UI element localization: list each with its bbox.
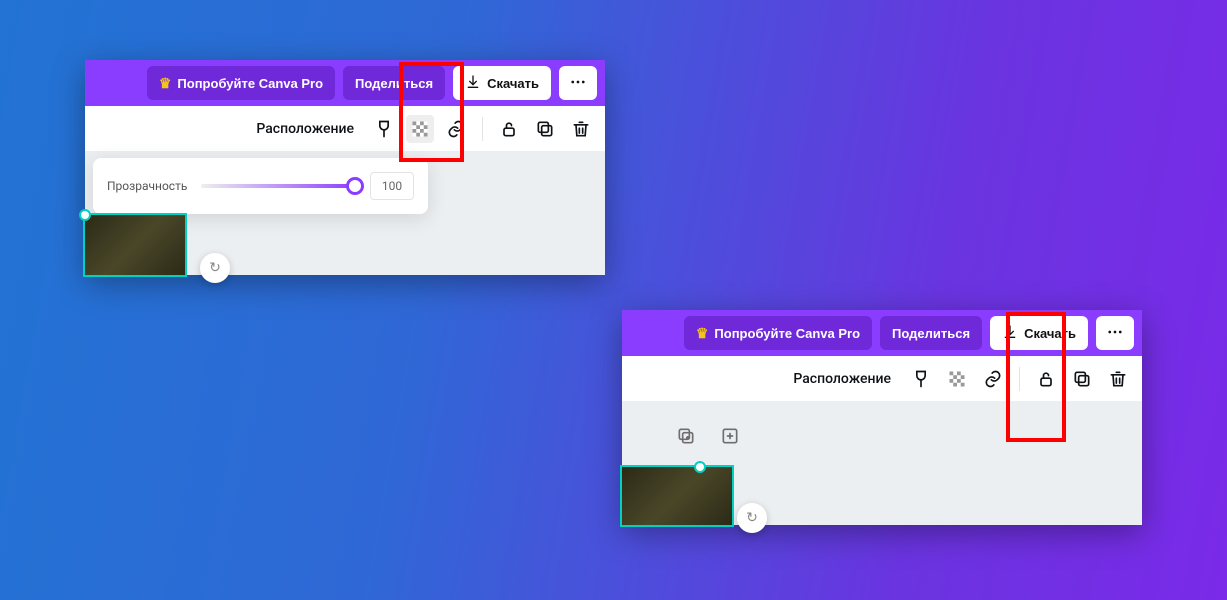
more-button[interactable] — [1096, 316, 1134, 350]
share-button[interactable]: Поделиться — [880, 316, 982, 350]
link-icon[interactable] — [442, 115, 470, 143]
crown-icon: ♛ — [159, 75, 172, 92]
share-label: Поделиться — [355, 76, 433, 91]
selection-handle[interactable] — [79, 209, 91, 221]
lock-icon[interactable] — [495, 115, 523, 143]
toolbar-divider — [1019, 367, 1020, 391]
dots-icon — [1106, 323, 1124, 344]
context-toolbar: Расположение — [622, 356, 1142, 402]
selected-element-frame[interactable] — [85, 215, 185, 275]
transparency-icon[interactable] — [943, 365, 971, 393]
transparency-popover: Прозрачность 100 — [93, 158, 428, 214]
download-button[interactable]: Скачать — [990, 316, 1088, 350]
style-icon[interactable] — [370, 115, 398, 143]
lock-icon[interactable] — [1032, 365, 1060, 393]
style-icon[interactable] — [907, 365, 935, 393]
mini-toolbar — [672, 422, 744, 450]
canvas-area[interactable]: Прозрачность 100 ↻ — [85, 152, 605, 275]
rotate-handle[interactable]: ↻ — [737, 503, 767, 533]
canva-panel-lock: ♛ Попробуйте Canva Pro Поделиться Скачат… — [622, 310, 1142, 525]
transparency-value: 100 — [382, 179, 402, 193]
rotate-handle[interactable]: ↻ — [200, 253, 230, 283]
try-pro-button[interactable]: ♛ Попробуйте Canva Pro — [147, 66, 335, 100]
link-icon[interactable] — [979, 365, 1007, 393]
try-pro-label: Попробуйте Canva Pro — [177, 76, 323, 91]
header-bar: ♛ Попробуйте Canva Pro Поделиться Скачат… — [85, 60, 605, 106]
duplicate-icon[interactable] — [1068, 365, 1096, 393]
try-pro-button[interactable]: ♛ Попробуйте Canva Pro — [684, 316, 872, 350]
header-bar: ♛ Попробуйте Canva Pro Поделиться Скачат… — [622, 310, 1142, 356]
position-label[interactable]: Расположение — [256, 121, 354, 137]
canvas-area[interactable]: ↻ — [622, 402, 1142, 525]
download-icon — [465, 74, 481, 93]
canva-panel-transparency: ♛ Попробуйте Canva Pro Поделиться Скачат… — [85, 60, 605, 275]
transparency-label: Прозрачность — [107, 179, 187, 193]
toolbar-divider — [482, 117, 483, 141]
duplicate-page-icon[interactable] — [672, 422, 700, 450]
selected-element-frame[interactable] — [622, 467, 732, 525]
try-pro-label: Попробуйте Canva Pro — [714, 326, 860, 341]
dots-icon — [569, 73, 587, 94]
delete-icon[interactable] — [567, 115, 595, 143]
delete-icon[interactable] — [1104, 365, 1132, 393]
download-button[interactable]: Скачать — [453, 66, 551, 100]
selection-handle[interactable] — [694, 461, 706, 473]
download-icon — [1002, 324, 1018, 343]
position-label[interactable]: Расположение — [793, 371, 891, 387]
context-toolbar: Расположение — [85, 106, 605, 152]
transparency-slider[interactable] — [201, 184, 356, 188]
slider-thumb[interactable] — [346, 177, 364, 195]
share-button[interactable]: Поделиться — [343, 66, 445, 100]
duplicate-icon[interactable] — [531, 115, 559, 143]
crown-icon: ♛ — [696, 325, 709, 342]
share-label: Поделиться — [892, 326, 970, 341]
download-label: Скачать — [1024, 326, 1076, 341]
add-page-icon[interactable] — [716, 422, 744, 450]
transparency-value-field[interactable]: 100 — [370, 172, 414, 200]
transparency-icon[interactable] — [406, 115, 434, 143]
more-button[interactable] — [559, 66, 597, 100]
download-label: Скачать — [487, 76, 539, 91]
